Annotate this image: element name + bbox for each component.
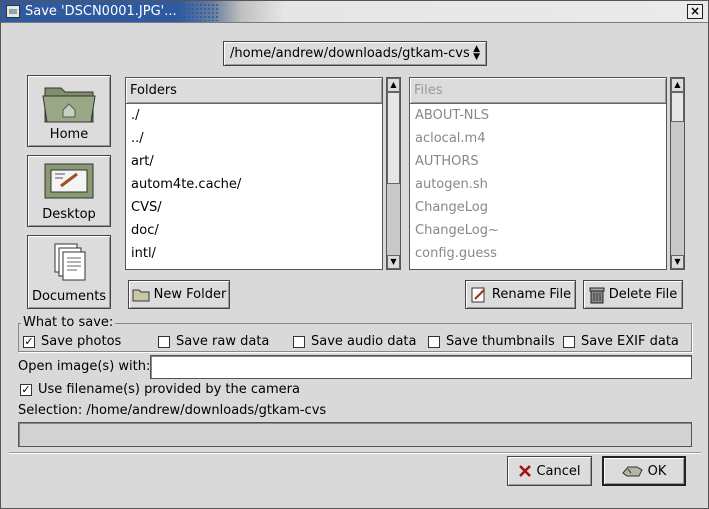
save-dialog: Save 'DSCN0001.JPG'... × /home/andrew/do…	[0, 0, 709, 509]
save-exif-data-label: Save EXIF data	[581, 334, 679, 349]
scroll-up-icon[interactable]: ▲	[387, 78, 400, 92]
window-title: Save 'DSCN0001.JPG'...	[25, 4, 177, 19]
new-folder-button[interactable]: New Folder	[128, 280, 230, 309]
rename-icon	[471, 287, 485, 302]
scroll-up-icon[interactable]: ▲	[671, 78, 684, 92]
cancel-label: Cancel	[536, 463, 581, 479]
trash-icon	[589, 287, 605, 303]
app-icon	[6, 5, 20, 18]
checkbox-unchecked-icon	[158, 335, 170, 348]
folders-header[interactable]: Folders	[126, 78, 382, 104]
file-item[interactable]: aclocal.m4	[410, 127, 666, 150]
place-desktop-button[interactable]: Desktop	[27, 155, 111, 227]
delete-file-button[interactable]: Delete File	[583, 280, 683, 309]
cancel-button[interactable]: Cancel	[507, 456, 592, 486]
file-item[interactable]: ChangeLog	[410, 196, 666, 219]
cancel-icon	[519, 465, 532, 477]
folders-scrollbar[interactable]: ▲ ▼	[386, 77, 401, 270]
save-raw-data-label: Save raw data	[176, 334, 270, 349]
home-folder-icon	[42, 87, 96, 123]
folders-list[interactable]: Folders ./ ../ art/ autom4te.cache/ CVS/…	[125, 77, 383, 270]
place-documents-button[interactable]: Documents	[27, 235, 111, 309]
open-with-label: Open image(s) with:	[18, 359, 151, 374]
new-folder-label: New Folder	[153, 287, 227, 302]
path-selector-value: /home/andrew/downloads/gtkam-cvs	[230, 46, 470, 61]
file-item[interactable]: ABOUT-NLS	[410, 104, 666, 127]
files-list[interactable]: Files ABOUT-NLS aclocal.m4 AUTHORS autog…	[409, 77, 667, 270]
file-item[interactable]: ChangeLog~	[410, 219, 666, 242]
place-home-label: Home	[49, 127, 89, 142]
save-thumbnails-checkbox[interactable]: Save thumbnails	[428, 334, 555, 349]
documents-icon	[54, 243, 86, 281]
scroll-down-icon[interactable]: ▼	[671, 255, 684, 269]
checkbox-unchecked-icon	[293, 335, 305, 348]
folder-item[interactable]: CVS/	[126, 196, 382, 219]
place-home-button[interactable]: Home	[27, 75, 111, 147]
separator	[9, 452, 701, 454]
folder-item[interactable]: autom4te.cache/	[126, 173, 382, 196]
path-selector-arrows-icon: ▲ ▼	[473, 44, 480, 62]
ok-label: OK	[647, 463, 667, 479]
checkbox-checked-icon: ✓	[20, 382, 32, 396]
save-exif-data-checkbox[interactable]: Save EXIF data	[563, 334, 679, 349]
what-to-save-legend: What to save:	[21, 315, 116, 330]
files-scrollbar[interactable]: ▲ ▼	[670, 77, 685, 270]
desktop-icon	[44, 163, 94, 199]
delete-file-label: Delete File	[608, 287, 678, 302]
file-item[interactable]: autogen.sh	[410, 173, 666, 196]
place-documents-label: Documents	[31, 289, 107, 304]
checkbox-checked-icon: ✓	[23, 334, 35, 348]
checkbox-unchecked-icon	[563, 335, 575, 348]
folders-scroll-thumb[interactable]	[387, 92, 400, 184]
save-audio-data-label: Save audio data	[311, 334, 417, 349]
files-header[interactable]: Files	[410, 78, 666, 104]
folder-item[interactable]: ../	[126, 127, 382, 150]
selection-input[interactable]	[18, 422, 692, 447]
checkbox-unchecked-icon	[428, 335, 440, 348]
ok-hand-icon	[621, 466, 643, 477]
titlebar-pattern	[179, 3, 219, 21]
folder-icon	[132, 289, 150, 301]
open-with-input[interactable]	[150, 355, 692, 379]
title-bar[interactable]: Save 'DSCN0001.JPG'... ×	[1, 1, 708, 23]
folder-item[interactable]: intl/	[126, 242, 382, 265]
close-button[interactable]: ×	[687, 4, 703, 19]
save-audio-data-checkbox[interactable]: Save audio data	[293, 334, 416, 349]
save-thumbnails-label: Save thumbnails	[446, 334, 555, 349]
file-item[interactable]: config.guess	[410, 242, 666, 265]
use-filenames-checkbox[interactable]: ✓ Use filename(s) provided by the camera	[20, 382, 300, 397]
folder-item[interactable]: ./	[126, 104, 382, 127]
save-raw-data-checkbox[interactable]: Save raw data	[158, 334, 269, 349]
folder-item[interactable]: doc/	[126, 219, 382, 242]
rename-file-button[interactable]: Rename File	[465, 280, 576, 309]
ok-button[interactable]: OK	[602, 456, 686, 486]
selection-label: Selection: /home/andrew/downloads/gtkam-…	[18, 403, 327, 418]
path-selector[interactable]: /home/andrew/downloads/gtkam-cvs ▲ ▼	[223, 41, 487, 66]
use-filenames-label: Use filename(s) provided by the camera	[38, 382, 300, 397]
files-scroll-thumb[interactable]	[671, 92, 684, 122]
save-photos-checkbox[interactable]: ✓ Save photos	[23, 334, 121, 349]
folder-item[interactable]: art/	[126, 150, 382, 173]
rename-file-label: Rename File	[491, 287, 572, 302]
file-item[interactable]: AUTHORS	[410, 150, 666, 173]
scroll-down-icon[interactable]: ▼	[387, 255, 400, 269]
save-photos-label: Save photos	[41, 334, 122, 349]
place-desktop-label: Desktop	[42, 207, 96, 222]
